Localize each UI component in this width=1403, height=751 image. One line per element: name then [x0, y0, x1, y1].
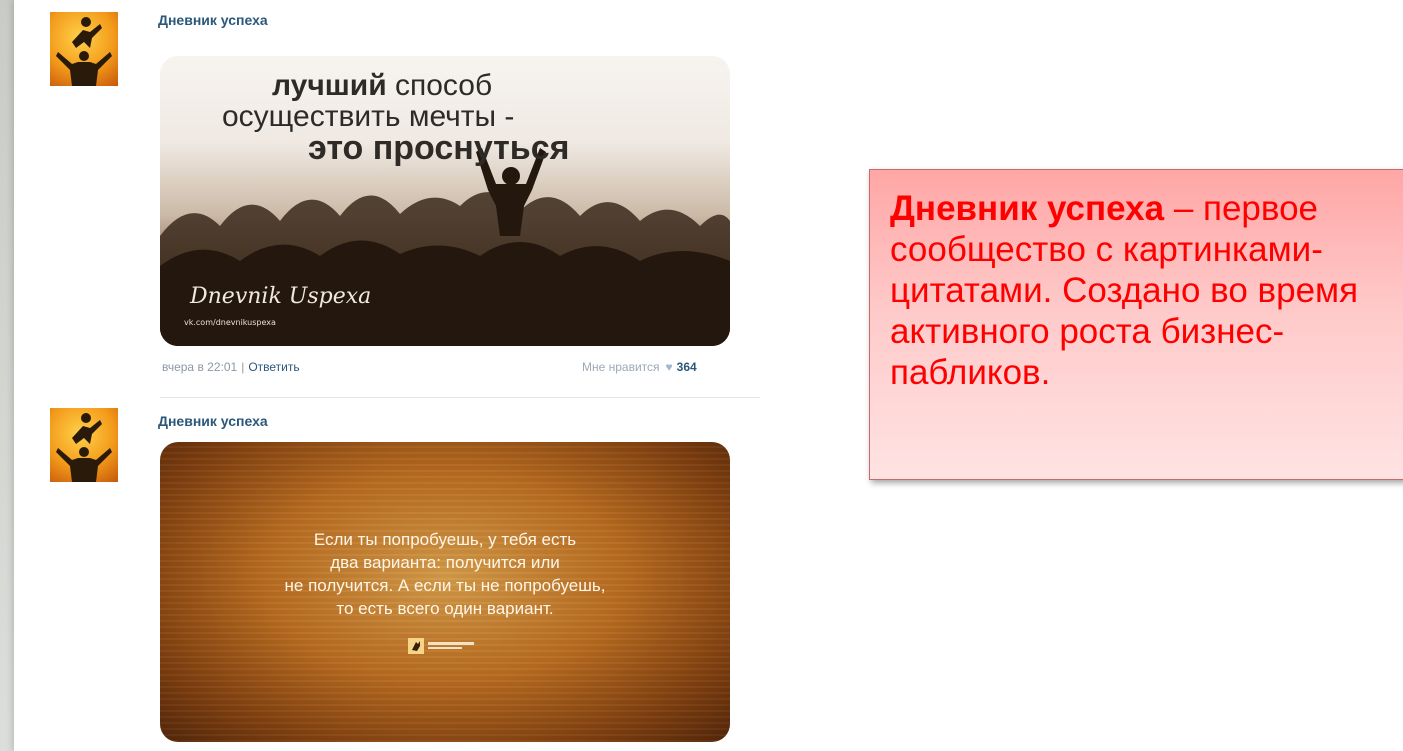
image-quote: Если ты попробуешь, у тебя есть два вари…	[160, 528, 730, 620]
avatar[interactable]	[50, 12, 118, 86]
avatar[interactable]	[50, 408, 118, 482]
heart-icon: ♥	[665, 360, 673, 374]
callout-line: пабликов.	[890, 353, 1051, 392]
post-photo[interactable]: Если ты попробуешь, у тебя есть два вари…	[160, 442, 730, 742]
quote-line: два варианта: получится или	[330, 553, 560, 572]
quote-line: способ	[386, 69, 493, 102]
image-watermark-url: vk.com/dnevnikuspexa	[184, 318, 276, 327]
post-author[interactable]: Дневник успеха	[158, 12, 268, 28]
reply-link[interactable]: Ответить	[248, 360, 299, 374]
person-icon	[56, 17, 112, 86]
quote-line: Если ты попробуешь, у тебя есть	[313, 530, 577, 549]
slide: Дневник успеха лучший способ осуществить…	[0, 0, 1403, 751]
callout-line: сообщество с картинками-	[890, 230, 1323, 269]
image-signature: Dnevnik Uspexa	[190, 284, 372, 309]
callout-text: Дневник успеха – первое сообщество с кар…	[890, 188, 1403, 393]
person-icon	[56, 413, 112, 482]
logo-icon	[408, 638, 474, 654]
quote-line: это проснуться	[308, 129, 570, 167]
post-time[interactable]: вчера в 22:01	[162, 360, 237, 374]
callout-bold: Дневник успеха	[890, 189, 1165, 228]
callout-line: цитатами. Создано во время	[890, 271, 1359, 310]
quote-line: то есть всего один вариант.	[336, 599, 554, 618]
callout-line: – первое	[1164, 189, 1319, 228]
post-author[interactable]: Дневник успеха	[158, 413, 268, 429]
callout-box: Дневник успеха – первое сообщество с кар…	[869, 169, 1403, 480]
quote-line: осуществить мечты -	[222, 100, 515, 133]
like-button[interactable]: Мне нравится ♥ 364	[582, 360, 697, 374]
callout-line: активного роста бизнес-	[890, 312, 1285, 351]
feed-panel: Дневник успеха лучший способ осуществить…	[14, 0, 1403, 751]
like-label: Мне нравится	[582, 360, 660, 374]
post-photo[interactable]: лучший способ осуществить мечты - это пр…	[160, 56, 730, 346]
quote-line: не получится. А если ты не попробуешь,	[284, 576, 606, 595]
separator: |	[241, 360, 245, 374]
post-meta: вчера в 22:01 | Ответить	[162, 360, 300, 374]
like-count: 364	[676, 360, 697, 374]
post-divider	[160, 397, 760, 398]
quote-bold-word: лучший	[272, 69, 387, 102]
